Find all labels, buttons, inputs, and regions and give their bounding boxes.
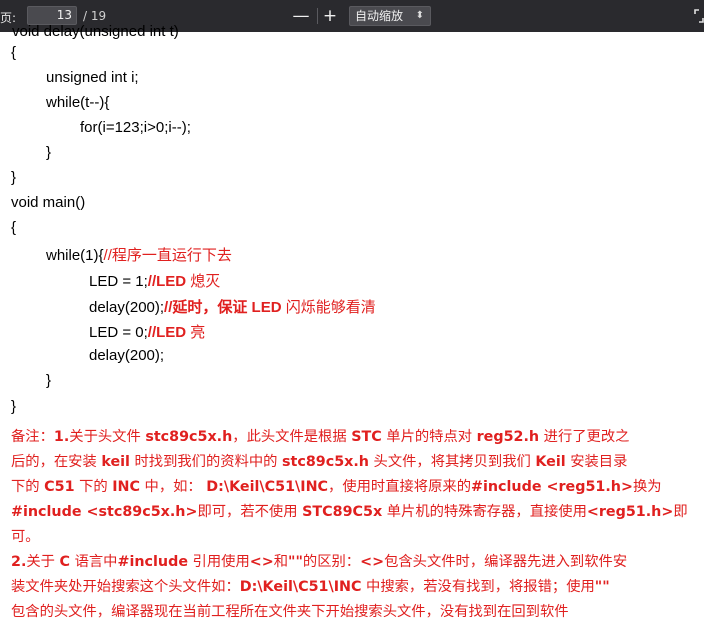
note-text: "": [594, 579, 610, 595]
note-text: 单片机的特殊寄存器，直接使用: [382, 504, 587, 520]
note-text: 语言中: [70, 554, 118, 570]
note-text: stc89c5x.h: [145, 429, 233, 445]
note-text: <reg51.h>: [586, 504, 674, 520]
note-text: 时找到我们的资料中的: [129, 454, 283, 470]
note-text: 换为: [632, 479, 662, 495]
toolbar-divider: [317, 8, 318, 24]
note-text: 即: [673, 504, 688, 520]
note-text: 下的: [11, 479, 45, 495]
note-text: 即可，若不使用: [197, 504, 303, 520]
note-text: #include <reg51.h>: [471, 479, 633, 495]
note-text: 下的: [74, 479, 113, 495]
note-text: STC: [351, 429, 382, 445]
code-text: LED = 1;: [89, 273, 148, 290]
code-line: {: [11, 219, 17, 236]
code-text: delay(200);: [89, 299, 165, 316]
note-text: C: [59, 554, 71, 570]
code-line: }: [46, 144, 52, 161]
note-line: 备注：1.关于头文件 stc89c5x.h，此头文件是根据 STC 单片的特点对…: [11, 425, 629, 446]
plus-icon: +: [322, 6, 338, 26]
code-line: delay(200);//延时，保证 LED 闪烁能够看清: [89, 296, 376, 317]
note-text: 备注：: [11, 429, 54, 445]
code-comment: //延时，保证: [164, 299, 248, 316]
note-text: "": [288, 554, 303, 570]
code-comment: //LED: [147, 273, 187, 290]
note-text: 关于: [26, 554, 60, 570]
code-line: }: [46, 372, 52, 389]
zoom-select[interactable]: 自动缩放 ⬍: [349, 6, 431, 26]
note-text: 的区别：: [302, 554, 361, 570]
note-text: D:\Keil\C51\INC: [239, 579, 362, 595]
zoom-select-value: 自动缩放: [355, 9, 404, 23]
note-text: 中，如：: [140, 479, 207, 495]
code-comment: 熄灭: [186, 273, 221, 290]
note-line: 2.关于 C 语言中#include 引用使用<>和""的区别：<>包含头文件时…: [11, 550, 627, 571]
pdf-page: void delay(unsigned int t) { unsigned in…: [0, 23, 704, 622]
note-text: 2.: [11, 554, 27, 570]
zoom-out-button[interactable]: —: [290, 6, 312, 26]
note-text: 1.: [53, 429, 70, 445]
note-text: 进行了更改之: [539, 429, 630, 445]
code-text: LED = 0;: [89, 324, 148, 341]
note-line: 后的，在安装 keil 时找到我们的资料中的 stc89c5x.h 头文件，将其…: [11, 450, 627, 471]
zoom-in-button[interactable]: +: [319, 6, 341, 26]
note-text: reg52.h: [476, 429, 540, 445]
note-text: #include: [117, 554, 189, 570]
code-line: LED = 1;//LED 熄灭: [89, 270, 220, 291]
code-line: {: [11, 44, 17, 61]
expand-icon[interactable]: [694, 9, 704, 23]
note-text: keil: [101, 454, 130, 470]
code-comment: //程序一直运行下去: [103, 247, 232, 264]
note-text: 装文件夹处开始搜索这个头文件如：: [11, 579, 240, 595]
note-line: #include <stc89c5x.h>即可，若不使用 STC89C5x 单片…: [11, 500, 688, 521]
code-line: while(t--){: [46, 94, 110, 111]
code-line: for(i=123;i>0;i--);: [80, 119, 191, 136]
code-line: }: [11, 398, 17, 415]
code-line-top: void delay(unsigned int t): [12, 23, 179, 40]
note-text: INC: [112, 479, 140, 495]
note-text: Keil: [535, 454, 566, 470]
note-text: 单片的特点对: [381, 429, 477, 445]
note-line: 装文件夹处开始搜索这个头文件如：D:\Keil\C51\INC 中搜索，若没有找…: [11, 575, 610, 596]
code-comment: 闪烁能够看清: [285, 299, 376, 316]
note-text: 引用使用: [188, 554, 250, 570]
note-text: stc89c5x.h: [282, 454, 369, 470]
note-text: D:\Keil\C51\INC: [206, 479, 329, 495]
note-text: <>: [249, 554, 274, 570]
note-line: 可。: [11, 529, 40, 545]
select-arrow-icon: ⬍: [415, 10, 424, 21]
note-line: 下的 C51 下的 INC 中，如： D:\Keil\C51\INC，使用时直接…: [11, 475, 662, 496]
note-text: C51: [44, 479, 75, 495]
code-comment: 亮: [186, 324, 206, 341]
minus-icon: —: [292, 6, 310, 26]
code-comment: //LED: [147, 324, 187, 341]
code-line: delay(200);: [89, 347, 165, 364]
code-line: unsigned int i;: [46, 69, 139, 86]
note-text: 后的，在安装: [11, 454, 102, 470]
note-text: ，使用时直接将原来的: [328, 479, 471, 495]
note-text: 包含头文件时，编译器先进入到软件安: [384, 554, 628, 570]
note-text: STC89C5x: [302, 504, 383, 520]
note-text: ，此头文件是根据: [232, 429, 352, 445]
note-text: 和: [273, 554, 289, 570]
code-comment: LED: [247, 299, 286, 316]
note-text: 中搜索，若没有找到，将报错；使用: [361, 579, 595, 595]
note-line: 包含的头文件，编译器现在当前工程所在文件夹下开始搜索头文件，没有找到在回到软件: [11, 604, 569, 620]
code-line: }: [11, 169, 17, 186]
note-text: <>: [360, 554, 385, 570]
note-text: 头文件，将其拷贝到我们: [368, 454, 536, 470]
note-text: 关于头文件: [69, 429, 146, 445]
note-text: #include <stc89c5x.h>: [11, 504, 198, 520]
page-total: / 19: [83, 9, 107, 23]
code-line: while(1){//程序一直运行下去: [46, 244, 232, 265]
code-line: LED = 0;//LED 亮: [89, 321, 205, 342]
code-line: void main(): [11, 194, 86, 211]
code-text: while(1){: [46, 247, 104, 264]
note-text: 安装目录: [565, 454, 628, 470]
